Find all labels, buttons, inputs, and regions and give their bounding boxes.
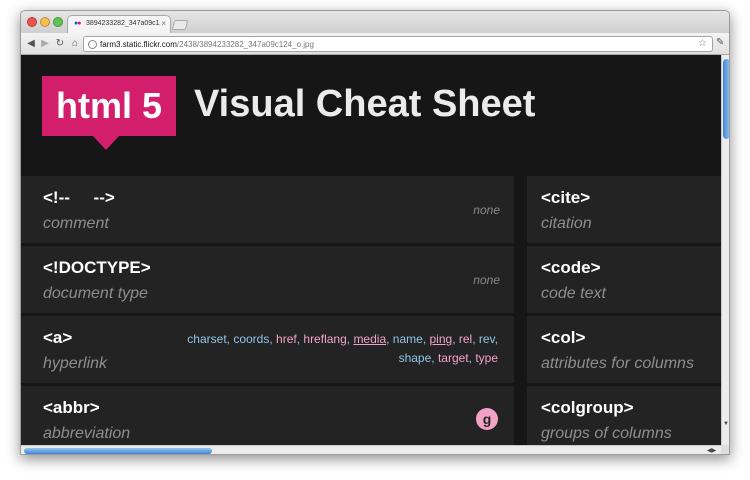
page-content: html 5 Visual Cheat Sheet <!-- --> comme… [21,55,721,445]
attribute-separator: , [422,332,430,346]
entry-tag: <abbr> [43,398,100,417]
tab-close-icon[interactable]: × [161,19,166,28]
close-window-button[interactable] [27,17,37,27]
browser-toolbar: ◀ ▶ ↻ ⌂ farm3.static.flickr.com/2438/389… [21,33,729,55]
attribute-charset: charset [187,332,227,346]
entry-tag: <a> [43,328,73,347]
attribute-separator: , [452,332,459,346]
attribute-separator: , [386,332,393,346]
flickr-favicon-icon: ●● [74,20,82,27]
new-tab-button[interactable] [171,20,189,30]
page-title: Visual Cheat Sheet [194,83,536,125]
entry-colgroup: <colgroup> groups of columns [527,386,721,445]
browser-tab[interactable]: ●● 3894233282_347a09c124_o.jpg × [67,15,171,33]
title-bar: ●● 3894233282_347a09c124_o.jpg × [21,11,729,33]
attribute-href: href [276,332,297,346]
entry-attrs-none: none [473,203,500,217]
entry-desc: groups of columns [541,425,672,442]
entry-desc: attributes for columns [541,355,694,372]
entry-desc: hyperlink [43,355,108,372]
address-bar[interactable]: farm3.static.flickr.com/2438/3894233282_… [83,36,713,52]
attribute-separator: , [472,332,479,346]
entry-attrs-none: none [473,273,500,287]
entry-desc: citation [541,215,592,232]
url-host: farm3.static.flickr.com [100,40,177,49]
entry-comment: <!-- --> comment none [21,176,514,243]
forward-arrow-icon[interactable]: ▶ [38,37,52,51]
logo-text: html 5 [55,85,162,126]
attribute-separator: , [431,351,438,365]
entry-code: <code> code text [527,246,721,313]
minimize-window-button[interactable] [40,17,50,27]
entry-tag: <colgroup> [541,398,634,417]
logo-pointer [93,136,119,150]
entry-tag: <code> [541,258,601,277]
tab-title: 3894233282_347a09c124_o.jpg [85,20,160,27]
entry-tag: <cite> [541,188,591,207]
entry-desc: document type [43,285,148,302]
home-icon[interactable]: ⌂ [68,37,82,51]
horizontal-scroll-thumb[interactable] [24,448,212,454]
attribute-separator: , [494,332,498,346]
reload-icon[interactable]: ↻ [53,37,67,51]
zoom-window-button[interactable] [53,17,63,27]
attribute-name: name [392,332,423,346]
scroll-corner [721,445,729,454]
attribute-media: media [353,332,387,346]
entry-desc: code text [541,285,606,302]
back-arrow-icon[interactable]: ◀ [24,37,38,51]
attribute-coords: coords [233,332,270,346]
page-icon [88,40,97,49]
attribute-ping: ping [429,332,453,346]
url-path: /2438/3894233282_347a09c124_o.jpg [176,40,314,49]
entry-desc: abbreviation [43,425,131,442]
entry-a: <a> hyperlink charset, coords, href, hre… [21,316,514,383]
entry-abbr: <abbr> abbreviation g [21,386,514,445]
entry-tag: <col> [541,328,586,347]
global-attributes-badge: g [476,408,498,430]
attribute-type: type [475,351,498,365]
attribute-hreflang: hreflang [303,332,347,346]
attribute-target: target [437,351,469,365]
scroll-arrows-icon[interactable]: ◀▶ [707,447,716,454]
scroll-down-arrow-icon[interactable]: ▼ [723,421,729,427]
attribute-rel: rel [458,332,473,346]
vertical-scroll-thumb[interactable] [723,59,729,139]
attribute-rev: rev [478,332,495,346]
entry-attributes: charset, coords, href, hreflang, media, … [178,330,498,368]
entry-tag: <!-- --> [43,188,115,207]
horizontal-scrollbar[interactable]: ◀▶ [21,445,721,454]
entry-cite: <cite> citation [527,176,721,243]
attribute-shape: shape [398,351,432,365]
star-icon[interactable]: ☆ [698,38,707,49]
wrench-icon[interactable]: ✎ [716,37,724,48]
vertical-scrollbar[interactable]: ▼ [721,55,729,445]
entry-tag: <!DOCTYPE> [43,258,151,277]
entry-col: <col> attributes for columns [527,316,721,383]
browser-window: ●● 3894233282_347a09c124_o.jpg × ◀ ▶ ↻ ⌂… [20,10,730,455]
entry-desc: comment [43,215,109,232]
entry-doctype: <!DOCTYPE> document type none [21,246,514,313]
